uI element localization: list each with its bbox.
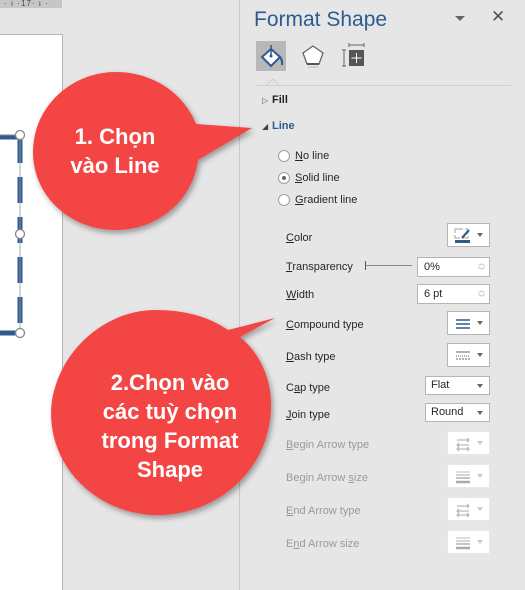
chevron-down-icon xyxy=(477,507,483,511)
join-type-value: Round xyxy=(431,406,464,418)
pen-color-icon xyxy=(454,228,470,243)
expand-triangle-icon: ▷ xyxy=(262,96,269,105)
begin-arrow-size-button[interactable] xyxy=(447,464,490,488)
slider-thumb[interactable] xyxy=(365,261,366,270)
section-fill-header[interactable]: ▷ Fill xyxy=(262,94,288,106)
color-label: Color xyxy=(286,232,313,244)
radio-gradient-line[interactable]: Gradient line xyxy=(278,194,357,206)
resize-handle-bottom-right xyxy=(14,327,26,339)
format-shape-pane: Format Shape ✕ ▷ Fill ◢ Line No line Sol… xyxy=(241,0,525,590)
compound-type-button[interactable] xyxy=(447,311,490,335)
tab-divider xyxy=(256,85,511,86)
spin-down-icon[interactable]: ﹀ xyxy=(478,268,485,275)
spin-down-icon[interactable]: ﹀ xyxy=(478,295,485,302)
end-arrow-size-label: End Arrow size xyxy=(286,538,360,550)
compound-type-label: Compound type xyxy=(286,319,364,331)
callout-2-text: 2.Chọn vào các tuỳ chọn trong Format Sha… xyxy=(101,370,239,482)
transparency-input[interactable]: 0% ︿ ﹀ xyxy=(417,257,490,277)
color-picker-button[interactable] xyxy=(447,223,490,247)
chevron-down-icon xyxy=(477,233,483,237)
size-position-icon xyxy=(342,43,365,67)
join-type-label: Join type xyxy=(286,409,331,421)
width-label: Width xyxy=(286,289,315,301)
arrow-type-icon xyxy=(456,503,470,518)
close-icon[interactable]: ✕ xyxy=(491,7,505,27)
spin-up-icon[interactable]: ︿ xyxy=(478,260,485,267)
arrow-type-icon xyxy=(456,437,470,452)
compound-lines-icon xyxy=(456,319,470,329)
end-arrow-size-button[interactable] xyxy=(447,530,490,554)
document-canvas: · ı ·17· ı · xyxy=(0,0,240,590)
selected-shape[interactable] xyxy=(0,0,63,590)
collapse-triangle-icon: ◢ xyxy=(262,122,269,131)
radio-button[interactable] xyxy=(278,150,290,162)
pentagon-icon xyxy=(302,45,324,68)
chevron-down-icon xyxy=(477,353,483,357)
radio-label: Solid line xyxy=(295,172,340,184)
radio-label: Gradient line xyxy=(295,194,358,206)
cap-type-select[interactable]: Flat xyxy=(425,376,490,395)
radio-label: No line xyxy=(295,150,330,162)
begin-arrow-type-button[interactable] xyxy=(447,431,490,455)
begin-arrow-size-label: Begin Arrow size xyxy=(286,472,368,484)
paint-bucket-icon xyxy=(260,45,284,68)
task-pane-options-icon[interactable] xyxy=(453,11,467,25)
chevron-down-icon xyxy=(477,411,483,415)
tab-size-properties[interactable] xyxy=(339,41,369,71)
radio-button-checked[interactable] xyxy=(278,172,290,184)
transparency-value: 0% xyxy=(424,261,440,273)
chevron-down-icon xyxy=(477,540,483,544)
cap-type-value: Flat xyxy=(431,379,450,391)
pane-title: Format Shape xyxy=(254,8,388,31)
tab-effects[interactable] xyxy=(298,41,328,71)
chevron-down-icon xyxy=(477,321,483,325)
section-line-header[interactable]: ◢ Line xyxy=(262,120,295,132)
width-input[interactable]: 6 pt ︿ ﹀ xyxy=(417,284,490,304)
radio-solid-line[interactable]: Solid line xyxy=(278,172,340,184)
dash-type-button[interactable] xyxy=(447,343,490,367)
chevron-down-icon xyxy=(477,474,483,478)
join-type-select[interactable]: Round xyxy=(425,403,490,422)
dash-type-label: Dash type xyxy=(286,351,336,363)
section-fill-label: Fill xyxy=(272,94,288,106)
resize-handle-right xyxy=(14,228,26,240)
tab-fill-line[interactable] xyxy=(256,41,286,71)
radio-no-line[interactable]: No line xyxy=(278,150,329,162)
transparency-label: Transparency xyxy=(286,261,353,273)
chevron-down-icon xyxy=(477,441,483,445)
transparency-slider[interactable] xyxy=(365,261,412,270)
cap-type-label: Cap type xyxy=(286,382,331,394)
begin-arrow-type-label: Begin Arrow type xyxy=(286,439,370,451)
radio-button[interactable] xyxy=(278,194,290,206)
section-line-label: Line xyxy=(272,120,295,132)
dash-lines-icon xyxy=(456,351,470,360)
arrow-size-icon xyxy=(456,471,470,484)
end-arrow-type-label: End Arrow type xyxy=(286,505,361,517)
resize-handle-top-right xyxy=(14,129,26,141)
end-arrow-type-button[interactable] xyxy=(447,497,490,521)
width-value: 6 pt xyxy=(424,288,443,300)
chevron-down-icon xyxy=(477,384,483,388)
spin-up-icon[interactable]: ︿ xyxy=(478,287,485,294)
arrow-size-icon xyxy=(456,537,470,550)
